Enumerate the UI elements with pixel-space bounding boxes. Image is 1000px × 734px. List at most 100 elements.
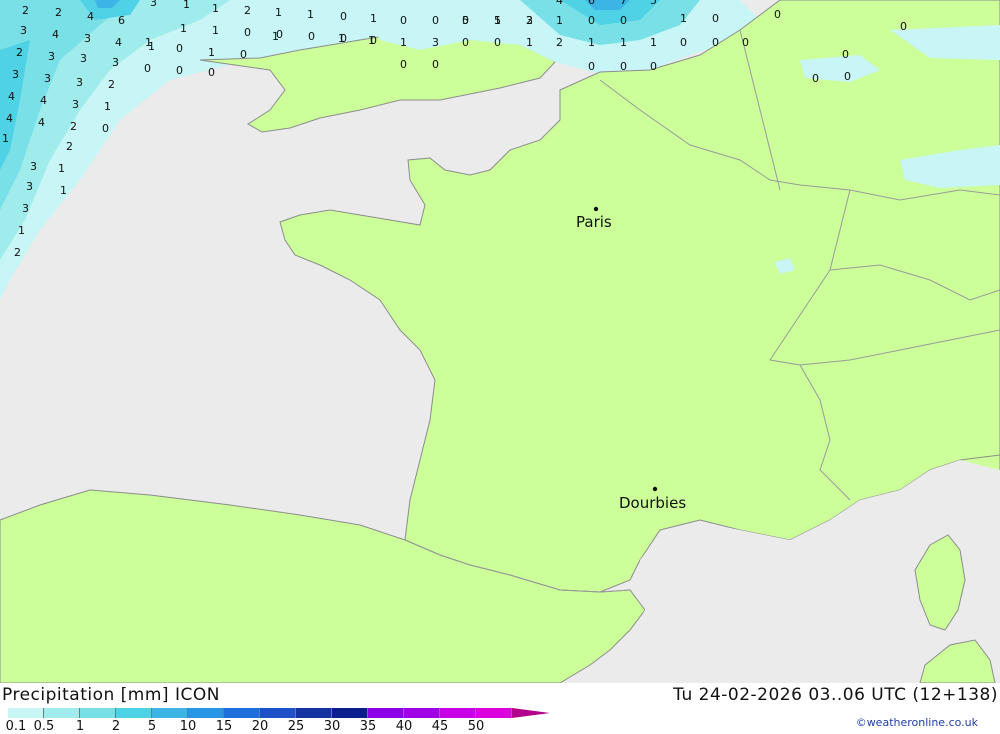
legend-swatch xyxy=(8,708,44,718)
precip-value-label: 0 xyxy=(842,48,849,61)
precip-value-label: 0 xyxy=(400,14,407,27)
precip-value-label: 1 xyxy=(275,6,282,19)
precip-value-label: 3 xyxy=(44,72,51,85)
precip-value-label: 0 xyxy=(844,70,851,83)
precip-value-label: 3 xyxy=(76,76,83,89)
precip-value-label: 6 xyxy=(118,14,125,27)
precip-value-label: 1 xyxy=(212,2,219,15)
legend-swatch xyxy=(368,708,404,718)
precip-value-label: 0 xyxy=(176,64,183,77)
city-marker-dourbies xyxy=(652,486,658,492)
precip-value-label: 1 xyxy=(208,46,215,59)
precip-value-label: 3 xyxy=(26,180,33,193)
precip-value-label: 1 xyxy=(680,12,687,25)
legend-tick-label: 1 xyxy=(75,719,85,734)
precip-value-label: 1 xyxy=(370,12,377,25)
legend-tick-label: 40 xyxy=(395,719,413,734)
precip-value-label: 3 xyxy=(72,98,79,111)
legend-tick-label: 2 xyxy=(111,719,121,734)
footer: Precipitation [mm] ICON Tu 24-02-2026 03… xyxy=(0,683,1000,734)
precip-value-label: 3 xyxy=(20,24,27,37)
precip-value-label: 0 xyxy=(494,36,501,49)
precip-value-label: 3 xyxy=(30,160,37,173)
precip-value-label: 4 xyxy=(8,90,15,103)
precip-value-label: 2 xyxy=(14,246,21,259)
map-canvas: 2 2 4 6 3 1 1 2 1 1 0 1 0 0 0 1 2 4 6 7 5 3 4 3 4 1 1 1 0 0 0 0 0 1 3 5 5 3 1 0… xyxy=(0,0,1000,683)
precip-value-label: 2 xyxy=(244,4,251,17)
map-title: Precipitation [mm] ICON xyxy=(2,685,220,705)
legend-tick-label: 35 xyxy=(359,719,377,734)
precip-value-label: 1 xyxy=(60,184,67,197)
precipitation-map: 2 2 4 6 3 1 1 2 1 1 0 1 0 0 0 1 2 4 6 7 5 3 4 3 4 1 1 1 0 0 0 0 0 1 3 5 5 3 1 0… xyxy=(0,0,1000,683)
legend-tick-label: 30 xyxy=(323,719,341,734)
precip-value-label: 3 xyxy=(48,50,55,63)
precip-value-label: 0 xyxy=(812,72,819,85)
precip-value-label: 0 xyxy=(208,66,215,79)
precip-value-label: 5 xyxy=(462,14,469,27)
precip-value-label: 3 xyxy=(12,68,19,81)
precip-value-label: 1 xyxy=(104,100,111,113)
map-timestamp: Tu 24-02-2026 03..06 UTC (12+138) xyxy=(673,685,998,705)
legend-tick-label: 20 xyxy=(251,719,269,734)
precip-value-label: 2 xyxy=(108,78,115,91)
precip-value-label: 7 xyxy=(620,0,627,7)
precip-value-label: 0 xyxy=(244,26,251,39)
precip-value-label: 0 xyxy=(400,58,407,71)
legend-swatch xyxy=(152,708,188,718)
legend-swatch xyxy=(116,708,152,718)
precip-value-label: 4 xyxy=(87,10,94,23)
precip-value-label: 1 xyxy=(180,22,187,35)
credit-link[interactable]: ©weatheronline.co.uk xyxy=(856,716,978,729)
precip-value-label: 1 xyxy=(526,36,533,49)
precip-value-label: 0 xyxy=(102,122,109,135)
precip-value-label: 5 xyxy=(650,0,657,7)
precip-value-label: 0 xyxy=(680,36,687,49)
precip-value-label: 1 xyxy=(368,34,375,47)
precip-value-label: 0 xyxy=(742,36,749,49)
precip-value-label: 2 xyxy=(22,4,29,17)
legend-tick-label: 5 xyxy=(147,719,157,734)
precip-value-label: 0 xyxy=(774,8,781,21)
precip-value-label: 1 xyxy=(588,36,595,49)
precip-value-label: 0 xyxy=(620,60,627,73)
legend-swatch xyxy=(404,708,440,718)
precip-value-label: 1 xyxy=(58,162,65,175)
precip-value-label: 0 xyxy=(650,60,657,73)
precip-value-label: 0 xyxy=(432,58,439,71)
precip-value-label: 4 xyxy=(115,36,122,49)
city-marker-paris xyxy=(593,206,599,212)
precip-value-label: 5 xyxy=(494,14,501,27)
legend-tick-labels: 0.1 0.5 1 2 5 10 15 20 25 30 35 40 45 50 xyxy=(0,719,540,734)
precip-value-label: 3 xyxy=(80,52,87,65)
precip-value-label: 3 xyxy=(22,202,29,215)
precip-value-label: 1 xyxy=(145,36,152,49)
legend-swatch xyxy=(476,708,512,718)
precip-value-label: 2 xyxy=(55,6,62,19)
precip-value-label: 0 xyxy=(340,10,347,23)
legend-tick-label: 0.1 xyxy=(5,719,27,734)
precip-value-label: 0 xyxy=(462,36,469,49)
precip-value-label: 0 xyxy=(176,42,183,55)
precip-value-label: 4 xyxy=(40,94,47,107)
precip-value-label: 0 xyxy=(308,30,315,43)
precip-value-label: 3 xyxy=(150,0,157,9)
precip-value-label: 1 xyxy=(212,24,219,37)
precip-value-label: 3 xyxy=(526,14,533,27)
precip-value-label: 1 xyxy=(18,224,25,237)
legend-tick-label: 15 xyxy=(215,719,233,734)
precip-value-label: 2 xyxy=(70,120,77,133)
precip-value-label: 2 xyxy=(16,46,23,59)
precip-value-label: 3 xyxy=(112,56,119,69)
precip-value-label: 1 xyxy=(2,132,9,145)
precip-value-label: 1 xyxy=(183,0,190,11)
legend-tick-label: 25 xyxy=(287,719,305,734)
legend-swatch xyxy=(224,708,260,718)
precip-value-label: 0 xyxy=(620,14,627,27)
precip-value-label: 1 xyxy=(400,36,407,49)
legend-tick-label: 10 xyxy=(179,719,197,734)
legend-tick-label: 50 xyxy=(467,719,485,734)
precip-value-label: 4 xyxy=(52,28,59,41)
precip-value-label: 0 xyxy=(588,14,595,27)
precip-value-label: 1 xyxy=(620,36,627,49)
precip-value-label: 3 xyxy=(84,32,91,45)
